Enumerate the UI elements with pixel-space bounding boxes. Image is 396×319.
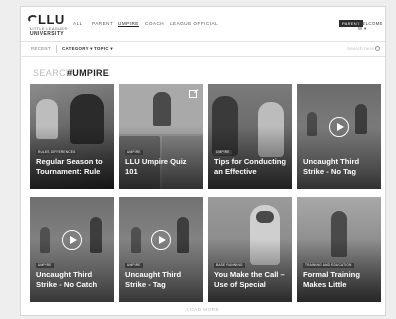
card-tag: UMPIRE [125, 263, 143, 268]
nav-league-official[interactable]: LEAGUE OFFICIAL [170, 21, 218, 26]
card-tag: RULES DIFFERENCES [36, 150, 78, 155]
content-card[interactable]: TRAINING AND EDUCATION Formal Training M… [297, 197, 381, 302]
card-title: Uncaught Third Strike - No Catch [36, 270, 98, 289]
card-tag: TRAINING AND EDUCATION [303, 263, 354, 268]
recent-filter[interactable]: RECENT [31, 46, 51, 51]
content-card[interactable]: BASE RUNNING You Make the Call – Use of … [208, 197, 292, 302]
top-navigation: LLU LITTLE LEAGUE® UNIVERSITY ALL PARENT… [21, 7, 385, 42]
content-card[interactable]: UMPIRE Uncaught Third Strike - No Catch [30, 197, 114, 302]
welcome-menu[interactable]: WELCOME W ▾ [358, 21, 385, 32]
nav-coach[interactable]: COACH [145, 21, 164, 26]
content-card[interactable]: Uncaught Third Strike - No Tag [297, 84, 381, 189]
card-title: Tips for Conducting an Effective [214, 157, 286, 176]
card-tag: BASE RUNNING [214, 263, 245, 268]
card-title: LLU Umpire Quiz 101 [125, 157, 187, 176]
play-icon[interactable] [62, 230, 82, 250]
content-card[interactable]: UMPIRE LLU Umpire Quiz 101 [119, 84, 203, 189]
card-title: You Make the Call – Use of Special [214, 270, 285, 289]
card-tag: UMPIRE [125, 150, 143, 155]
search-input[interactable]: Search here [347, 46, 374, 51]
content-card[interactable]: UMPIRE Uncaught Third Strike - Tag [119, 197, 203, 302]
logo-wordmark: LLU [38, 12, 65, 27]
load-more-button[interactable]: LOAD MORE [21, 307, 385, 312]
page-frame: LLU LITTLE LEAGUE® UNIVERSITY ALL PARENT… [20, 6, 386, 316]
search-icon[interactable] [375, 46, 380, 51]
search-term: #UMPIRE [67, 68, 110, 78]
logo-subtitle-2: UNIVERSITY [30, 31, 65, 37]
external-link-icon[interactable] [189, 90, 197, 98]
nav-parent[interactable]: PARENT [92, 21, 113, 26]
content-card[interactable]: UMPIRE Tips for Conducting an Effective [208, 84, 292, 189]
logo-swoosh-icon [28, 15, 38, 23]
topic-dropdown[interactable]: TOPIC ▾ [94, 46, 113, 52]
category-dropdown[interactable]: CATEGORY ▾ [62, 46, 93, 52]
card-title: Formal Training Makes Little [303, 270, 360, 289]
llu-logo[interactable]: LLU LITTLE LEAGUE® UNIVERSITY [28, 11, 78, 37]
card-title: Regular Season to Tournament: Rule [36, 157, 103, 176]
card-title: Uncaught Third Strike - Tag [125, 270, 182, 289]
card-tag: UMPIRE [214, 150, 232, 155]
card-title: Uncaught Third Strike - No Tag [303, 157, 360, 176]
filter-bar: RECENT CATEGORY ▾ TOPIC ▾ Search here [21, 42, 385, 57]
play-icon[interactable] [151, 230, 171, 250]
filter-divider [56, 45, 57, 53]
content-card[interactable]: RULES DIFFERENCES Regular Season to Tour… [30, 84, 114, 189]
nav-umpire[interactable]: UMPIRE [118, 21, 139, 26]
card-tag: UMPIRE [36, 263, 54, 268]
nav-all[interactable]: ALL [73, 21, 83, 26]
play-icon[interactable] [329, 117, 349, 137]
